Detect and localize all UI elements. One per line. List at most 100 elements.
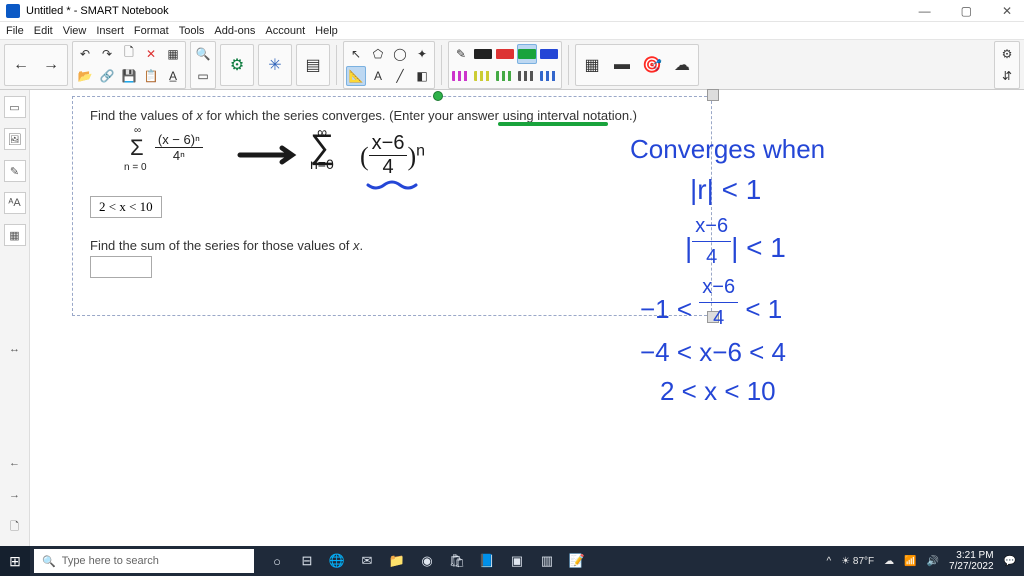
- workspace: ▭ 🖼 ✎ ᴬA ▦ ↔ ← → 🗋 Find the values of x …: [0, 90, 1024, 546]
- menu-edit[interactable]: Edit: [34, 25, 53, 37]
- menu-help[interactable]: Help: [315, 25, 338, 37]
- ink-line-5: −4 < x−6 < 4: [640, 333, 825, 372]
- undo-button[interactable]: ↶: [75, 44, 95, 64]
- menu-handle-icon[interactable]: [707, 89, 719, 101]
- task-taskview-icon[interactable]: ⊟: [294, 549, 320, 573]
- start-button[interactable]: ⊞: [0, 546, 30, 576]
- delete-button[interactable]: ✕: [141, 44, 161, 64]
- taskbar-apps: ○ ⊟ 🌐 ✉ 📁 ◉ 🛍 📘 ▣ ▥ 📝: [264, 549, 590, 573]
- minimize-button[interactable]: —: [913, 2, 937, 20]
- tray-chevron-icon[interactable]: ^: [826, 556, 831, 567]
- gear-button[interactable]: ⚙: [223, 47, 251, 83]
- eraser-tool[interactable]: ◧: [412, 66, 432, 86]
- tray-wifi-icon[interactable]: 📶: [904, 556, 916, 567]
- pen-black[interactable]: [473, 44, 493, 64]
- menu-bar: File Edit View Insert Format Tools Add-o…: [0, 22, 1024, 40]
- table-button[interactable]: ▦: [163, 44, 183, 64]
- pen-blue[interactable]: [539, 44, 559, 64]
- line-tool[interactable]: ╱: [390, 66, 410, 86]
- task-notes-icon[interactable]: 📝: [564, 549, 590, 573]
- taskbar: ⊞ 🔍 Type here to search ○ ⊟ 🌐 ✉ 📁 ◉ 🛍 📘 …: [0, 546, 1024, 576]
- move-toolbar-button[interactable]: ⇵: [997, 66, 1017, 86]
- task-cortana-icon[interactable]: ○: [264, 549, 290, 573]
- answer-box-1[interactable]: 2 < x < 10: [90, 196, 162, 218]
- text-tool[interactable]: A: [368, 66, 388, 86]
- tray-notifications-icon[interactable]: 💬: [1004, 556, 1016, 567]
- task-outlook-icon[interactable]: ✉: [354, 549, 380, 573]
- link-button[interactable]: 🔗: [97, 66, 117, 86]
- text-style-button[interactable]: A̲: [163, 66, 183, 86]
- pen-dash2[interactable]: [473, 66, 493, 86]
- task-explorer-icon[interactable]: 📁: [384, 549, 410, 573]
- select-tool[interactable]: ↖: [346, 44, 366, 64]
- tray-clock[interactable]: 3:21 PM7/27/2022: [949, 550, 994, 572]
- question-frame[interactable]: [72, 96, 712, 316]
- ink-fraction: (x−64)n: [360, 132, 425, 179]
- system-tray: ^ ☀ 87°F ☁ 📶 🔊 3:21 PM7/27/2022 💬: [826, 550, 1024, 572]
- taskbar-search[interactable]: 🔍 Type here to search: [34, 549, 254, 573]
- redo-button[interactable]: ↷: [97, 44, 117, 64]
- pen-dash5[interactable]: [539, 66, 559, 86]
- side-resize-icon[interactable]: ↔: [4, 338, 26, 360]
- pen-dash1[interactable]: [451, 66, 471, 86]
- zoom-button[interactable]: 🔍: [193, 44, 213, 64]
- shape-circle-tool[interactable]: ◯: [390, 44, 410, 64]
- pen-tool[interactable]: ✎: [451, 44, 471, 64]
- menu-insert[interactable]: Insert: [96, 25, 124, 37]
- ruler-tool[interactable]: 📐: [346, 66, 366, 86]
- target-button[interactable]: 🎯: [638, 47, 666, 83]
- shape-pentagon-tool[interactable]: ⬠: [368, 44, 388, 64]
- menu-view[interactable]: View: [63, 25, 87, 37]
- task-zoom-icon[interactable]: ▣: [504, 549, 530, 573]
- nav-back-button[interactable]: ←: [7, 47, 35, 83]
- pen-dash4[interactable]: [517, 66, 537, 86]
- open-button[interactable]: 📂: [75, 66, 95, 86]
- side-addon-icon[interactable]: ▦: [4, 224, 26, 246]
- side-gallery-icon[interactable]: 🖼: [4, 128, 26, 150]
- task-store-icon[interactable]: 🛍: [444, 549, 470, 573]
- canvas[interactable]: Find the values of x for which the serie…: [30, 90, 1024, 546]
- save-button[interactable]: 💾: [119, 66, 139, 86]
- pen-red[interactable]: [495, 44, 515, 64]
- addon-button[interactable]: ✳: [261, 47, 289, 83]
- task-edge-icon[interactable]: 🌐: [324, 549, 350, 573]
- settings-button[interactable]: ⚙: [997, 44, 1017, 64]
- cloud-button[interactable]: ☁: [668, 47, 696, 83]
- side-newpage-icon[interactable]: 🗋: [4, 516, 26, 538]
- side-attach-icon[interactable]: ✎: [4, 160, 26, 182]
- rotate-handle-icon[interactable]: [433, 91, 443, 101]
- pen-dash3[interactable]: [495, 66, 515, 86]
- grid-button[interactable]: ▤: [299, 47, 327, 83]
- window-title: Untitled * - SMART Notebook: [26, 5, 169, 17]
- menu-tools[interactable]: Tools: [179, 25, 205, 37]
- screen-button[interactable]: ▭: [193, 66, 213, 86]
- pen-green[interactable]: [517, 44, 537, 64]
- color-picker-button[interactable]: ▦: [578, 47, 606, 83]
- menu-file[interactable]: File: [6, 25, 24, 37]
- ink-line-4: −1 < x−64 < 1: [640, 272, 825, 333]
- task-word-icon[interactable]: 📘: [474, 549, 500, 573]
- nav-forward-button[interactable]: →: [37, 47, 65, 83]
- task-smart-icon[interactable]: ▥: [534, 549, 560, 573]
- close-button[interactable]: ✕: [996, 2, 1018, 20]
- search-icon: 🔍: [42, 555, 56, 568]
- answer-box-2[interactable]: [90, 256, 152, 278]
- side-pages-icon[interactable]: ▭: [4, 96, 26, 118]
- new-page-button[interactable]: 🗋: [119, 44, 139, 64]
- menu-addons[interactable]: Add-ons: [214, 25, 255, 37]
- paste-button[interactable]: 📋: [141, 66, 161, 86]
- task-chrome-icon[interactable]: ◉: [414, 549, 440, 573]
- tray-onedrive-icon[interactable]: ☁: [884, 556, 894, 567]
- side-text-icon[interactable]: ᴬA: [4, 192, 26, 214]
- ink-line-2: |r| < 1: [690, 169, 825, 211]
- tray-weather[interactable]: ☀ 87°F: [841, 556, 874, 567]
- fill-button[interactable]: ▬: [608, 47, 636, 83]
- side-next-icon[interactable]: →: [4, 484, 26, 506]
- shape-star-tool[interactable]: ✦: [412, 44, 432, 64]
- toolbar: ← → ↶ ↷ 🗋 ✕ ▦ 📂 🔗 💾 📋 A̲ 🔍 ▭ ⚙ ✳ ▤ ↖ ⬠ ◯…: [0, 40, 1024, 90]
- side-prev-icon[interactable]: ←: [4, 452, 26, 474]
- maximize-button[interactable]: ▢: [955, 2, 978, 20]
- tray-volume-icon[interactable]: 🔊: [927, 556, 939, 567]
- menu-account[interactable]: Account: [265, 25, 305, 37]
- menu-format[interactable]: Format: [134, 25, 169, 37]
